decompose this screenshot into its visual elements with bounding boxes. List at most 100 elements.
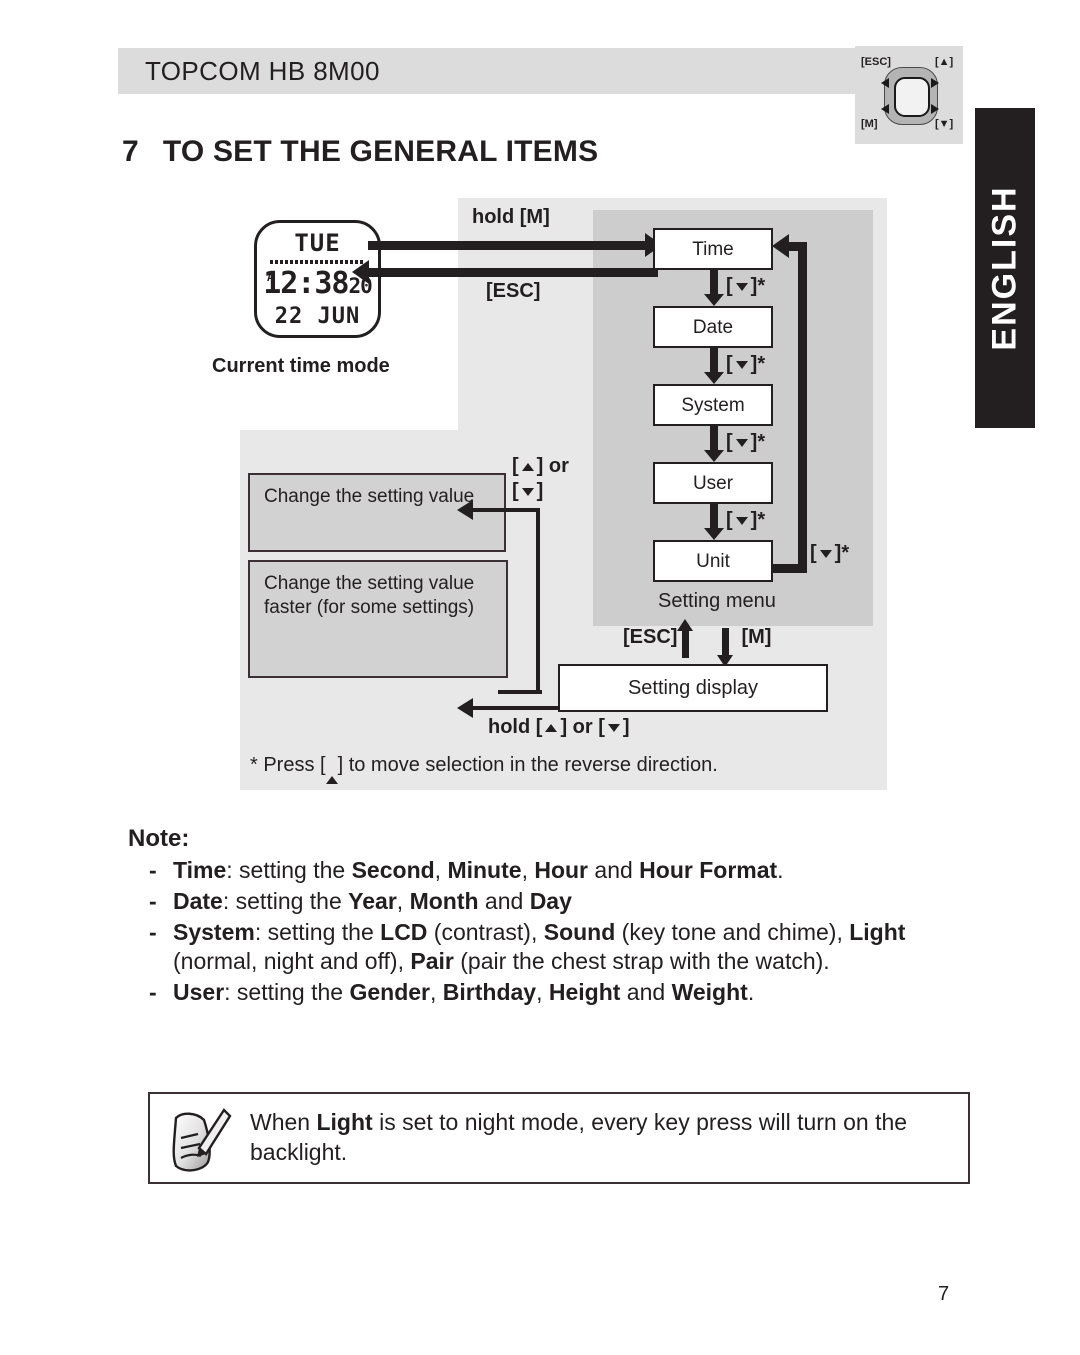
legend-label-down: [▼] [935, 118, 954, 130]
text-run-5: Hour [534, 857, 589, 883]
watch-button-esc-icon [881, 78, 889, 88]
watch-button-down-icon [931, 104, 939, 114]
updown-key-label: [] or [] [512, 454, 569, 504]
text-run-2: , [396, 887, 410, 914]
text-run-5: Light [849, 918, 906, 945]
product-title: TOPCOM HB 8M00 [145, 56, 380, 86]
menu-node-system[interactable]: System [653, 384, 773, 426]
enter-menu-label: hold [M] [472, 206, 550, 228]
down-arrow-icon [819, 550, 832, 558]
feedback-line-mid [498, 690, 542, 694]
lcd-time-hhmm: 12:38 [263, 266, 349, 301]
step-arrow-user-to-unit [704, 504, 724, 540]
loop-arrow-segment-vertical [798, 242, 807, 573]
watch-button-up-icon [931, 78, 939, 88]
step-arrow-date-to-system [704, 348, 724, 384]
text-run-4: (key tone and chime), [615, 918, 850, 945]
step-label-3-prefix: [ [726, 431, 733, 453]
setting-display-node[interactable]: Setting display [558, 664, 828, 712]
text-run-6: (normal, night and off), [173, 947, 411, 974]
watch-button-m-icon [881, 104, 889, 114]
loop-arrow-segment-top [772, 234, 807, 258]
exit-menu-arrow [352, 260, 658, 284]
menu-node-time[interactable]: Time [653, 228, 773, 270]
note-bullet: - [149, 857, 157, 883]
text-run-1: Second [351, 857, 435, 883]
note-bullet: - [149, 887, 157, 914]
step-arrow-system-to-user [704, 426, 724, 462]
step-label-4-suffix: ]* [750, 509, 766, 531]
note-item: - System: setting the LCD (contrast), Sou… [145, 918, 975, 976]
text-run-2: (contrast), [427, 918, 544, 945]
m-down-arrow-icon [717, 628, 733, 667]
text-run-1: Year [348, 887, 397, 914]
note-item-lead: System [173, 918, 255, 945]
menu-node-unit[interactable]: Unit [653, 540, 773, 582]
updown-label-prefix-2: [ [512, 480, 519, 502]
text-run-5: Day [529, 887, 572, 914]
step-label-4-prefix: [ [726, 509, 733, 531]
hold-updown-suffix: ] [622, 716, 630, 738]
text-run-8: . [777, 857, 784, 883]
step-label-2: []* [726, 353, 765, 376]
hold-updown-prefix: hold [ [488, 716, 543, 738]
step-label-3: [ ]* [726, 431, 765, 454]
esc-m-label-row: [ESC] [M] [623, 626, 771, 649]
text-run-1: Gender [349, 978, 430, 1005]
text-run-7: Pair [410, 947, 454, 974]
step-arrow-time-to-date [704, 270, 724, 306]
exit-menu-label: [ESC] [486, 280, 541, 302]
text-run-3: Month [409, 887, 479, 914]
down-arrow-icon [735, 439, 748, 447]
watch-key-legend: [ESC] [▲] [M] [▼] [855, 46, 963, 144]
enter-menu-arrow [368, 233, 662, 257]
up-arrow-icon [325, 754, 338, 784]
footnote-suffix: ] to move selection in the reverse direc… [337, 754, 718, 776]
text-run-4: , [521, 857, 535, 883]
lcd-divider [270, 260, 365, 264]
menu-node-date[interactable]: Date [653, 306, 773, 348]
language-side-tab-label: ENGLISH [985, 185, 1024, 351]
note-bullet: - [149, 918, 157, 945]
step-label-1-prefix: [ [726, 275, 733, 297]
down-arrow-icon [521, 488, 534, 496]
change-value-fast-box: Change the setting value faster (for som… [248, 560, 508, 678]
note-item: - Time: setting the Second, Minute, Hour … [145, 856, 975, 885]
menu-node-user[interactable]: User [653, 462, 773, 504]
up-arrow-icon [545, 724, 558, 732]
text-run-1: LCD [380, 918, 428, 945]
feedback-arrow-to-change-value-fast [457, 698, 558, 718]
text-run-6: and [620, 978, 672, 1005]
lcd-day-of-week: TUE [294, 229, 341, 257]
text-run-0: : setting the [222, 887, 349, 914]
step-label-3-suffix: ]* [750, 431, 766, 453]
down-arrow-icon [735, 361, 748, 369]
unit-loop-label-suffix: ]* [834, 542, 850, 564]
note-item: - User: setting the Gender, Birthday, Hei… [145, 978, 975, 1007]
page-title: 7 TO SET THE GENERAL ITEMS [122, 135, 598, 169]
text-run-0: : setting the [226, 857, 352, 883]
text-run-3: Minute [447, 857, 522, 883]
text-run-4: and [478, 887, 530, 914]
legend-label-esc: [ESC] [861, 56, 891, 68]
down-arrow-icon [607, 724, 620, 732]
lcd-date: 22 JUN [274, 304, 361, 329]
text-run-7: Hour Format [639, 857, 778, 883]
tip-callout-box: When Light is set to night mode, every k… [148, 1092, 970, 1184]
down-arrow-icon [735, 517, 748, 525]
legend-label-m: [M] [861, 118, 878, 130]
text-run-0: : setting the [224, 978, 350, 1005]
text-run-3: Birthday [442, 978, 537, 1005]
text-run-2: , [430, 978, 443, 1005]
legend-label-up: [▲] [935, 56, 954, 68]
setting-menu-label: Setting menu [658, 590, 776, 612]
text-run-2: , [434, 857, 448, 883]
footnote-prefix: * Press [ [250, 754, 326, 776]
step-label-1: []* [726, 275, 765, 298]
feedback-arrow-to-change-value [457, 500, 540, 520]
diagram-footnote: * Press [ ] to move selection in the reve… [250, 754, 718, 784]
text-run-3: Sound [543, 918, 616, 945]
note-item: - Date: setting the Year, Month and Day [145, 887, 975, 916]
down-arrow-icon [735, 283, 748, 291]
text-run-1: Light [316, 1109, 373, 1135]
